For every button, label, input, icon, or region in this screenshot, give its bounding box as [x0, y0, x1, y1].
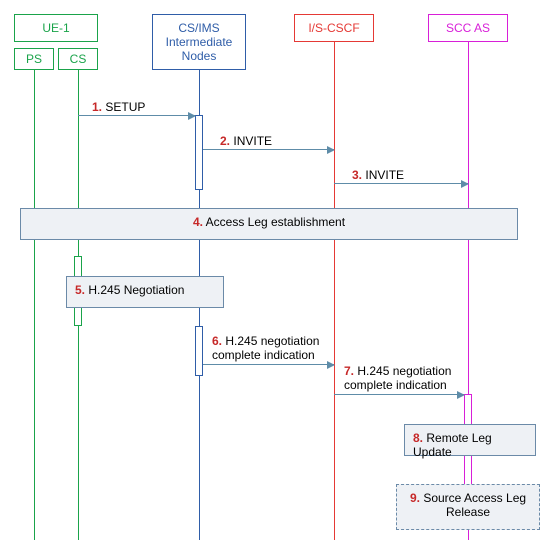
arrow-invite-2: [203, 149, 334, 150]
lifeline-iscscf: [334, 42, 335, 540]
participant-sccas-label: SCC AS: [446, 21, 490, 35]
block-access-leg: 4. Access Leg establishment: [20, 208, 518, 240]
activation-csims-6: [195, 326, 203, 376]
participant-sccas: SCC AS: [428, 14, 508, 42]
msg7-label: 7. H.245 negotiation complete indication: [344, 364, 474, 392]
participant-ue1-cs-label: CS: [70, 52, 87, 66]
participant-csims: CS/IMS Intermediate Nodes: [152, 14, 246, 70]
participant-ue1-cs: CS: [58, 48, 98, 70]
block-source-release: 9. Source Access Leg Release: [396, 484, 540, 530]
participant-ue1-ps: PS: [14, 48, 54, 70]
msg1-label: 1. SETUP: [92, 100, 145, 114]
participant-csims-label: CS/IMS Intermediate Nodes: [157, 21, 241, 63]
lifeline-ue1-ps: [34, 70, 35, 540]
participant-ue1-ps-label: PS: [26, 52, 42, 66]
arrow-h245-7: [334, 394, 464, 395]
block-remote-leg: 8. Remote Leg Update: [404, 424, 536, 456]
block-h245-neg: 5. H.245 Negotiation: [66, 276, 224, 308]
participant-iscscf-label: I/S-CSCF: [308, 21, 359, 35]
msg6-label: 6. H.245 negotiation complete indication: [212, 334, 342, 362]
activation-csims-1: [195, 115, 203, 190]
participant-ue1-label: UE-1: [42, 21, 69, 35]
arrow-invite-3: [334, 183, 468, 184]
participant-ue1: UE-1: [14, 14, 98, 42]
msg3-label: 3. INVITE: [352, 168, 404, 182]
arrow-h245-6: [203, 364, 334, 365]
participant-iscscf: I/S-CSCF: [294, 14, 374, 42]
arrow-setup: [78, 115, 195, 116]
msg2-label: 2. INVITE: [220, 134, 272, 148]
